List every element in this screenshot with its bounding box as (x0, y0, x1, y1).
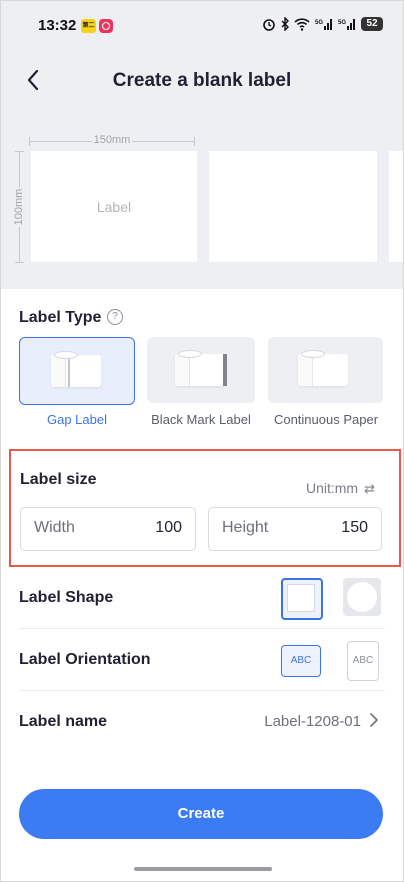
wifi-icon (294, 17, 310, 31)
signal-5g-icon-2: 5G (338, 18, 355, 30)
nav-bar: Create a blank label (1, 53, 403, 109)
label-orientation-row: Label Orientation ABC ABC (19, 630, 385, 691)
svg-text:5G: 5G (315, 20, 323, 26)
unit-toggle[interactable]: Unit:mm ⇄ (306, 480, 375, 497)
label-name-title: Label name (19, 713, 108, 730)
preview-area: 13:32 第二 5G 5G 52 Create a blank label 1… (1, 1, 403, 289)
label-preview-card[interactable]: Label (31, 151, 197, 262)
status-bar: 13:32 第二 5G 5G 52 (1, 1, 403, 51)
black-mark-roll-icon (175, 350, 227, 386)
signal-5g-icon-1: 5G (315, 18, 332, 30)
height-dimension: 100mm (13, 151, 25, 263)
alarm-icon (263, 19, 275, 31)
continuous-paper-option[interactable] (268, 337, 383, 403)
page-title: Create a blank label (112, 70, 292, 91)
black-mark-label-text[interactable]: Black Mark Label (141, 412, 261, 427)
label-shape-title: Label Shape (19, 589, 114, 606)
label-shape-row: Label Shape (19, 568, 385, 629)
gap-label-roll-icon (51, 351, 101, 387)
label-name-row[interactable]: Label name Label-1208-01 (19, 692, 385, 752)
swap-icon: ⇄ (364, 481, 375, 496)
label-preview-strip[interactable]: 150mm 100mm Label (1, 131, 403, 271)
gap-label-option[interactable] (19, 337, 135, 405)
camera-app-icon (99, 19, 113, 33)
height-field[interactable]: Height 150 (208, 507, 382, 551)
width-value: 100 (155, 519, 182, 536)
label-preview-card-partial[interactable] (389, 151, 403, 262)
height-value: 150 (341, 519, 368, 536)
create-button[interactable]: Create (19, 789, 383, 839)
black-mark-label-option[interactable] (147, 337, 255, 403)
label-orientation-title: Label Orientation (19, 651, 151, 668)
bluetooth-icon (281, 17, 289, 31)
chevron-right-icon (370, 713, 378, 727)
notification-app-icon: 第二 (81, 19, 96, 33)
unit-text: Unit:mm (305, 480, 359, 496)
width-dimension: 150mm (29, 134, 195, 147)
status-icons: 5G 5G 52 (262, 17, 383, 31)
label-size-section: Label size Unit:mm ⇄ Width 100 Height 150 (9, 449, 401, 567)
continuous-paper-text[interactable]: Continuous Paper (263, 412, 389, 427)
horizontal-orientation-option[interactable]: ABC (281, 645, 321, 677)
width-dimension-text: 150mm (91, 134, 133, 146)
width-placeholder: Width (34, 519, 75, 536)
home-indicator[interactable] (134, 867, 272, 871)
label-name-value[interactable]: Label-1208-01 (264, 713, 361, 730)
svg-text:5G: 5G (338, 20, 346, 26)
vertical-orientation-option[interactable]: ABC (347, 641, 379, 681)
label-preview-card-next[interactable] (209, 151, 377, 262)
width-field[interactable]: Width 100 (20, 507, 196, 551)
battery-icon: 52 (361, 17, 383, 31)
gap-label-text[interactable]: Gap Label (19, 412, 135, 427)
continuous-paper-roll-icon (298, 350, 348, 386)
app-frame: 13:32 第二 5G 5G 52 Create a blank label 1… (0, 0, 404, 882)
label-preview-text: Label (96, 199, 132, 215)
height-placeholder: Height (222, 519, 269, 536)
label-type-title: Label Type (19, 309, 102, 326)
circle-shape-option[interactable] (343, 578, 381, 616)
rectangle-shape-option[interactable] (281, 578, 323, 620)
status-time: 13:32 (38, 17, 77, 34)
help-icon[interactable]: ? (107, 309, 123, 325)
label-size-title: Label size (20, 471, 97, 488)
height-dimension-text: 100mm (13, 186, 25, 228)
